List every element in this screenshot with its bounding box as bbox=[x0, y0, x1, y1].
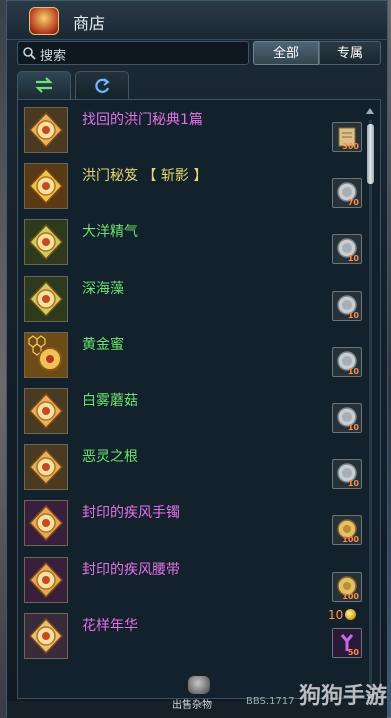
item-price: 10 bbox=[328, 607, 357, 622]
scrollbar[interactable] bbox=[366, 108, 375, 698]
cost-currency-icon[interactable]: 100 bbox=[332, 571, 362, 602]
cost-currency-icon[interactable]: 10 bbox=[332, 403, 362, 433]
list-item[interactable]: 封印的疾风手镯 100 bbox=[18, 497, 363, 553]
cost-quantity: 50 bbox=[347, 647, 359, 657]
item-name: 黄金蜜 bbox=[82, 336, 124, 353]
cost-quantity: 300 bbox=[342, 142, 359, 151]
cost-currency-icon[interactable]: 50 bbox=[332, 627, 362, 658]
scroll-up-icon[interactable] bbox=[366, 108, 374, 114]
item-icon[interactable] bbox=[24, 444, 68, 491]
item-name: 深海藻 bbox=[82, 280, 124, 297]
sell-bag-icon[interactable] bbox=[188, 676, 210, 694]
item-icon[interactable] bbox=[24, 331, 68, 378]
list-item[interactable]: 花样年华 10 50 bbox=[18, 607, 363, 666]
gold-coin-icon bbox=[345, 608, 357, 620]
item-name: 洪门秘笈 【 斩影 】 bbox=[82, 168, 208, 185]
cost-currency-icon[interactable]: 300 bbox=[332, 122, 362, 152]
title-bar: 商店 bbox=[7, 1, 387, 40]
list-item[interactable]: 封印的疾风腰带 100 bbox=[18, 554, 363, 610]
item-name: 白雾蘑菇 bbox=[82, 393, 138, 409]
window-title: 商店 bbox=[73, 14, 106, 33]
shop-emblem-icon bbox=[29, 7, 59, 35]
watermark-logo: 狗狗手游 bbox=[298, 684, 387, 709]
item-name: 封印的疾风手镯 bbox=[82, 505, 180, 522]
tab-exchange[interactable] bbox=[17, 71, 71, 99]
item-price-value: 10 bbox=[328, 607, 344, 622]
tab-refresh[interactable] bbox=[75, 71, 129, 99]
item-name: 恶灵之根 bbox=[82, 449, 138, 466]
watermark-url: BBS.1717 bbox=[246, 696, 295, 707]
scroll-thumb[interactable] bbox=[367, 124, 374, 184]
sell-junk-button[interactable]: 出售杂物 bbox=[172, 696, 212, 711]
item-name: 找回的洪门秘典1篇 bbox=[82, 112, 203, 128]
list-item[interactable]: 白雾蘑菇 10 bbox=[18, 385, 363, 441]
filter-all-button[interactable]: 全部 bbox=[253, 41, 319, 65]
item-icon[interactable] bbox=[24, 163, 68, 210]
cost-quantity: 10 bbox=[347, 254, 359, 264]
refresh-icon bbox=[95, 78, 110, 93]
cost-quantity: 10 bbox=[347, 366, 359, 376]
filter-exclusive-button[interactable]: 专属 bbox=[319, 41, 381, 65]
item-icon[interactable] bbox=[24, 556, 68, 603]
item-list: 找回的洪门秘典1篇 300 洪门秘笈 【 斩影 】 70 大洋精气 10 深海藻… bbox=[17, 99, 381, 699]
item-name: 花样年华 bbox=[82, 617, 138, 634]
cost-currency-icon[interactable]: 10 bbox=[332, 346, 362, 377]
scroll-track[interactable] bbox=[369, 120, 372, 690]
list-item[interactable]: 大洋精气 10 bbox=[18, 216, 363, 272]
item-icon[interactable] bbox=[24, 612, 68, 659]
search-input[interactable]: 搜索 bbox=[17, 41, 249, 65]
item-icon[interactable] bbox=[24, 500, 68, 547]
shop-window: 商店 搜索 全部 专属 找回的洪门秘典1篇 300 洪门秘笈 【 斩影 】 70… bbox=[6, 0, 388, 718]
list-item[interactable]: 洪门秘笈 【 斩影 】 70 bbox=[18, 160, 363, 216]
item-icon[interactable] bbox=[24, 219, 68, 266]
item-name: 封印的疾风腰带 bbox=[82, 561, 180, 578]
item-name: 大洋精气 bbox=[82, 224, 138, 241]
cost-quantity: 10 bbox=[347, 423, 359, 432]
item-icon[interactable] bbox=[24, 388, 68, 434]
cost-quantity: 70 bbox=[347, 198, 359, 208]
cost-quantity: 10 bbox=[347, 310, 359, 320]
swap-arrows-icon bbox=[35, 77, 53, 93]
list-item[interactable]: 恶灵之根 10 bbox=[18, 441, 363, 497]
cost-currency-icon[interactable]: 10 bbox=[332, 234, 362, 265]
cost-quantity: 100 bbox=[342, 535, 359, 545]
cost-quantity: 10 bbox=[347, 479, 359, 489]
search-placeholder: 搜索 bbox=[40, 49, 67, 64]
cost-currency-icon[interactable]: 70 bbox=[332, 178, 362, 209]
cost-quantity: 100 bbox=[342, 591, 359, 601]
list-item[interactable]: 深海藻 10 bbox=[18, 273, 363, 329]
cost-currency-icon[interactable]: 10 bbox=[332, 290, 362, 321]
list-item[interactable]: 找回的洪门秘典1篇 300 bbox=[18, 104, 363, 160]
item-icon[interactable] bbox=[24, 107, 68, 153]
cost-currency-icon[interactable]: 100 bbox=[332, 515, 362, 546]
search-icon bbox=[23, 47, 36, 60]
list-item[interactable]: 黄金蜜 10 bbox=[18, 329, 363, 385]
cost-currency-icon[interactable]: 10 bbox=[332, 459, 362, 490]
item-icon[interactable] bbox=[24, 275, 68, 322]
